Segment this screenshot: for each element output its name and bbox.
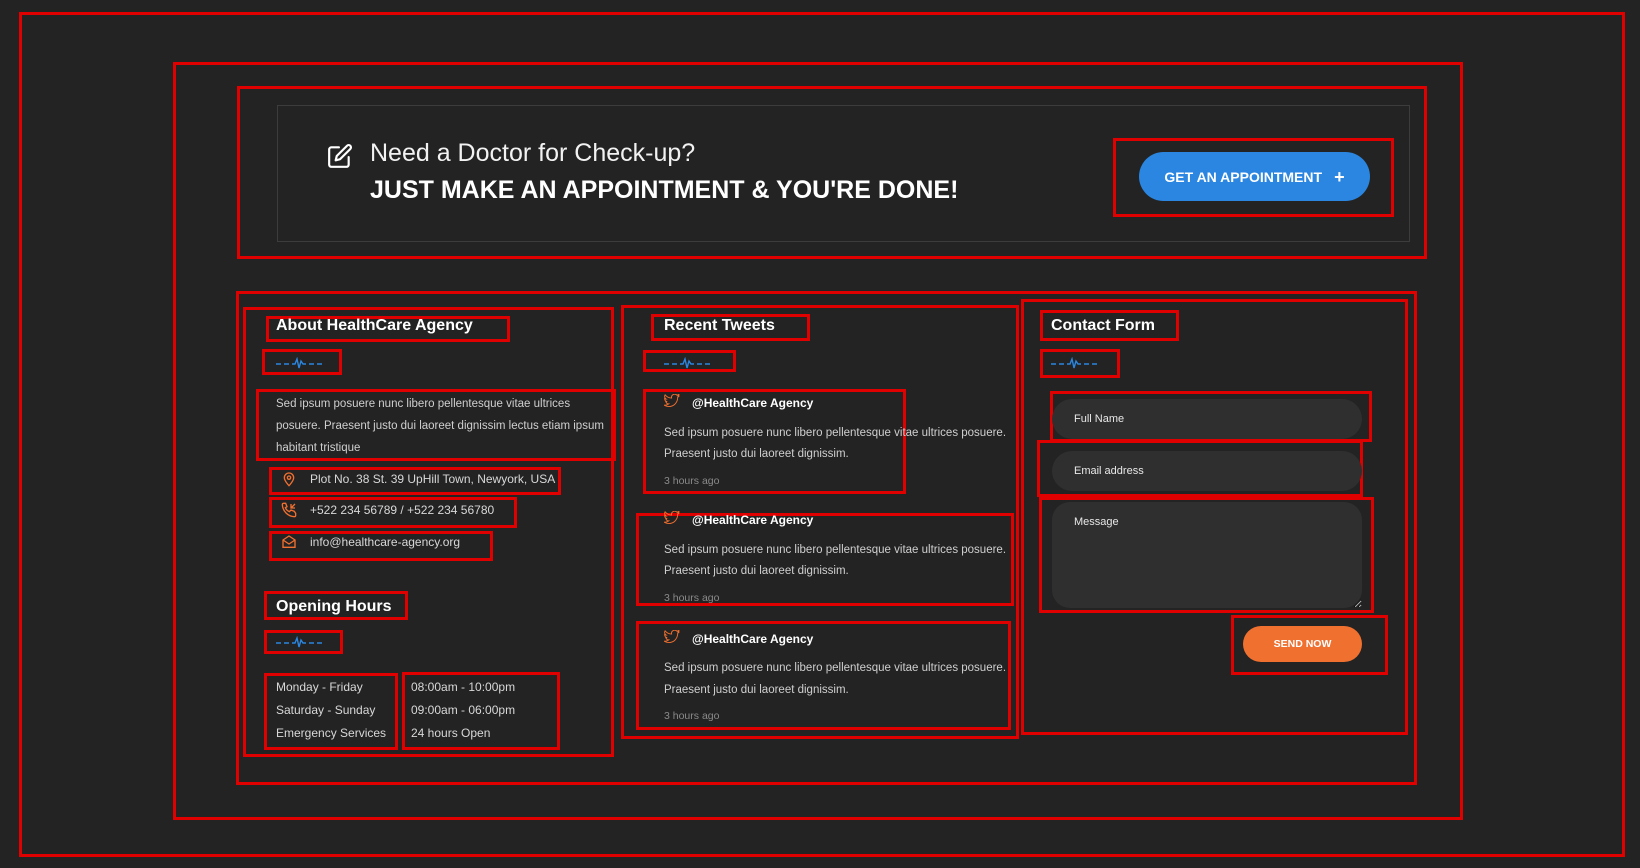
about-description: Sed ipsum posuere nunc libero pellentesq… — [276, 398, 604, 454]
hours-times: 08:00am - 10:00pm 09:00am - 06:00pm 24 h… — [411, 676, 515, 745]
pulse-divider-icon — [276, 636, 322, 648]
email-address-input[interactable] — [1052, 451, 1362, 491]
pulse-divider-icon — [664, 357, 710, 369]
phone-text: +522 234 56789 / +522 234 56780 — [310, 503, 495, 517]
email-text: info@healthcare-agency.org — [310, 535, 461, 549]
cta-question: Need a Doctor for Check-up? — [370, 139, 696, 167]
hours-time: 24 hours Open — [411, 726, 491, 740]
tweet-line: Sed ipsum posuere nunc libero pellentesq… — [664, 427, 1007, 439]
tweet-time: 3 hours ago — [664, 710, 720, 722]
hours-day: Emergency Services — [276, 726, 387, 740]
tweet-time: 3 hours ago — [664, 592, 720, 604]
tweet-handle[interactable]: @HealthCare Agency — [692, 632, 813, 646]
cta-headline: JUST MAKE AN APPOINTMENT & YOU'RE DONE! — [370, 176, 959, 204]
pulse-divider-icon — [1051, 357, 1097, 369]
hours-time: 09:00am - 06:00pm — [411, 703, 516, 717]
about-title: About HealthCare Agency — [276, 317, 473, 334]
address-row: Plot No. 38 St. 39 UpHill Town, Newyork,… — [281, 471, 555, 487]
address-text: Plot No. 38 St. 39 UpHill Town, Newyork,… — [310, 472, 556, 486]
hours-day: Saturday - Sunday — [276, 703, 376, 717]
edit-icon — [327, 143, 353, 169]
hours-title: Opening Hours — [276, 598, 392, 615]
send-now-button[interactable]: SEND NOW — [1243, 626, 1362, 662]
pulse-divider-icon — [276, 357, 322, 369]
hours-days: Monday - Friday Saturday - Sunday Emerge… — [276, 676, 386, 745]
tweet-handle[interactable]: @HealthCare Agency — [692, 396, 813, 410]
get-appointment-button[interactable]: GET AN APPOINTMENT + — [1139, 152, 1370, 201]
tweet-line: Praesent justo dui laoreet dignissim. — [664, 565, 849, 577]
tweets-title: Recent Tweets — [664, 317, 775, 334]
tweet-handle[interactable]: @HealthCare Agency — [692, 513, 813, 527]
tweet-line: Praesent justo dui laoreet dignissim. — [664, 684, 849, 696]
tweet-line: Sed ipsum posuere nunc libero pellentesq… — [664, 662, 1007, 674]
full-name-input[interactable] — [1052, 399, 1362, 439]
twitter-icon[interactable] — [664, 630, 680, 644]
mail-icon — [282, 535, 296, 548]
message-textarea[interactable] — [1052, 502, 1362, 608]
tweet-line: Praesent justo dui laoreet dignissim. — [664, 448, 849, 460]
tweet-line: Sed ipsum posuere nunc libero pellentesq… — [664, 544, 1007, 556]
plus-icon: + — [1334, 166, 1345, 187]
twitter-icon[interactable] — [664, 394, 680, 408]
hours-day: Monday - Friday — [276, 680, 363, 694]
phone-icon — [281, 502, 297, 518]
email-row: info@healthcare-agency.org — [281, 534, 460, 550]
map-pin-icon — [283, 472, 295, 487]
contact-title: Contact Form — [1051, 317, 1155, 334]
twitter-icon[interactable] — [664, 511, 680, 525]
appointment-button-label: GET AN APPOINTMENT — [1164, 168, 1323, 185]
tweet-time: 3 hours ago — [664, 475, 720, 487]
hours-time: 08:00am - 10:00pm — [411, 680, 516, 694]
phone-row: +522 234 56789 / +522 234 56780 — [281, 502, 494, 518]
